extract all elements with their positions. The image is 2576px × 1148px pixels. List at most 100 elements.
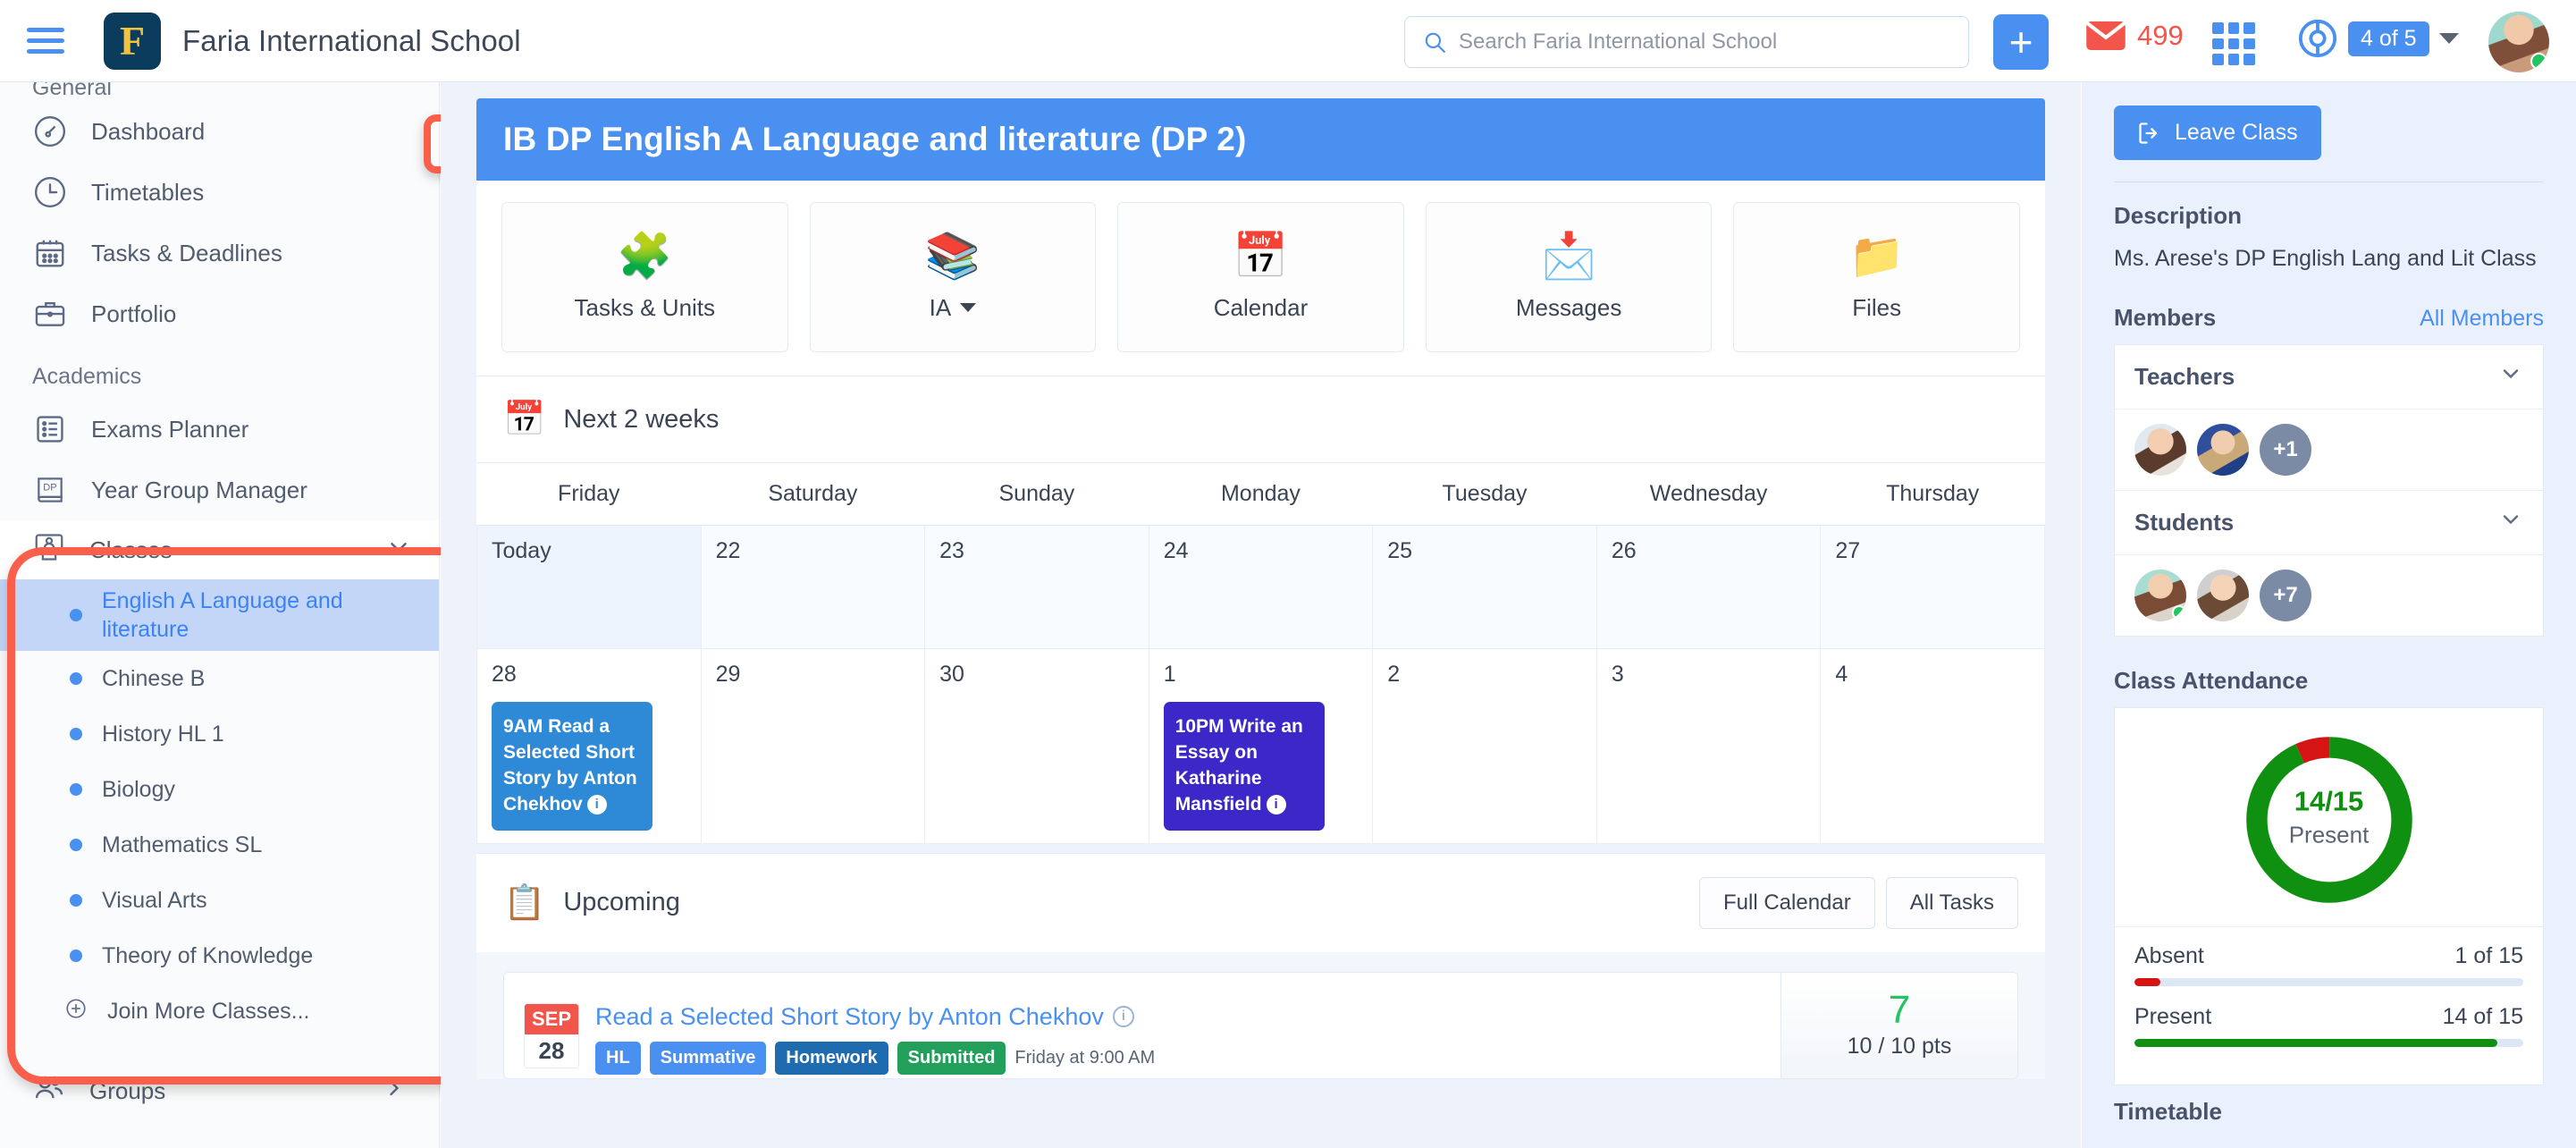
class-item-history-hl-1[interactable]: History HL 1 (0, 706, 439, 762)
avatar[interactable] (2134, 570, 2186, 621)
sidebar-item-year-group-manager[interactable]: DP Year Group Manager (0, 460, 439, 520)
calendar-cell[interactable]: 1 10PM Write an Essay on Katharine Mansf… (1148, 648, 1374, 844)
task-title-wrap[interactable]: Read a Selected Short Story by Anton Che… (595, 1003, 1155, 1031)
attendance-donut-chart: 14/15 Present (2115, 708, 2543, 926)
calendar-cell[interactable]: 25 (1372, 525, 1597, 649)
teachers-avatars: +1 (2115, 409, 2543, 490)
sidebar-item-timetables[interactable]: Timetables (0, 162, 439, 223)
class-attendance-title: Class Attendance (2114, 667, 2309, 694)
add-button[interactable]: + (1993, 14, 2049, 70)
class-item-label: Chinese B (102, 666, 206, 691)
bullet-icon (70, 672, 82, 685)
brand[interactable]: F Faria International School (104, 12, 521, 70)
info-icon[interactable]: i (586, 795, 607, 815)
sidebar-item-label: Year Group Manager (91, 476, 307, 503)
attendance-absent-value: 1 of 15 (2454, 943, 2523, 968)
calendar-cell[interactable]: 3 (1595, 648, 1822, 844)
tab-ia[interactable]: 📚 IA (809, 202, 1097, 352)
calendar-cell[interactable]: 23 (924, 525, 1149, 649)
tab-tasks-and-units[interactable]: 🧩 Tasks & Units (501, 202, 788, 352)
calendar-cell[interactable]: 27 (1820, 525, 2045, 649)
tab-label: Tasks & Units (574, 293, 716, 321)
chevron-down-icon[interactable] (2438, 33, 2459, 44)
sidebar-item-portfolio[interactable]: Portfolio (0, 283, 439, 344)
avatar[interactable] (2197, 424, 2249, 476)
tab-messages[interactable]: 📩 Messages (1425, 202, 1713, 352)
grid-apps-icon[interactable] (2212, 22, 2255, 65)
calendar-cell[interactable]: 4 (1820, 648, 2045, 844)
all-tasks-button[interactable]: All Tasks (1885, 876, 2018, 929)
day-header: Sunday (924, 462, 1149, 526)
calendar-cell[interactable]: 22 (700, 525, 926, 649)
people-icon (32, 1071, 66, 1111)
user-avatar[interactable] (2488, 12, 2549, 72)
tab-files[interactable]: 📁 Files (1733, 202, 2020, 352)
leave-class-button[interactable]: Leave Class (2114, 106, 2321, 160)
calendar-cell[interactable]: 30 (924, 648, 1149, 844)
briefcase-icon (32, 296, 68, 332)
sidebar-item-classes[interactable]: Classes (0, 520, 439, 579)
avatar[interactable] (2134, 424, 2186, 476)
bullet-icon (70, 839, 82, 851)
attendance-present-value: 14 of 15 (2442, 1004, 2523, 1029)
chevron-down-icon[interactable] (2498, 507, 2523, 538)
divider (2114, 181, 2544, 182)
all-members-link[interactable]: All Members (2420, 306, 2544, 332)
class-item-label: Biology (102, 777, 175, 802)
teachers-overflow-count[interactable]: +1 (2260, 424, 2311, 476)
class-item-english-a[interactable]: English A Language and literature (0, 579, 439, 651)
students-overflow-count[interactable]: +7 (2260, 570, 2311, 621)
sidebar-item-label: Exams Planner (91, 415, 249, 443)
class-item-chinese-b[interactable]: Chinese B (0, 651, 439, 706)
day-header: Saturday (701, 462, 925, 526)
avatar[interactable] (2197, 570, 2249, 621)
day-header: Thursday (1820, 462, 2045, 526)
full-calendar-button[interactable]: Full Calendar (1699, 876, 1875, 929)
day-number: 29 (715, 662, 741, 687)
info-icon[interactable]: i (1266, 795, 1286, 815)
timetable-title: Timetable (2114, 1098, 2222, 1125)
tab-calendar[interactable]: 📅 Calendar (1117, 202, 1404, 352)
books-icon: 📚 (924, 230, 981, 281)
chevron-down-icon[interactable] (385, 534, 412, 567)
sidebar-item-groups[interactable]: Groups (0, 1059, 439, 1123)
class-item-visual-arts[interactable]: Visual Arts (0, 873, 439, 928)
help-progress[interactable]: 4 of 5 (2297, 18, 2459, 59)
calendar-cell[interactable]: 29 (700, 648, 926, 844)
chevron-right-icon[interactable] (382, 1076, 407, 1107)
chevron-down-icon[interactable] (960, 303, 977, 312)
class-item-theory-of-knowledge[interactable]: Theory of Knowledge (0, 928, 439, 983)
search-bar[interactable] (1404, 16, 1969, 68)
sidebar-item-exams-planner[interactable]: Exams Planner (0, 399, 439, 460)
tab-label: Messages (1515, 293, 1622, 321)
calendar-event[interactable]: 9AM Read a Selected Short Story by Anton… (492, 702, 652, 831)
calendar-cell[interactable]: Today (476, 525, 702, 649)
search-input[interactable] (1459, 30, 1950, 55)
students-group-header[interactable]: Students (2115, 490, 2543, 554)
class-item-biology[interactable]: Biology (0, 762, 439, 817)
join-more-classes-button[interactable]: Join More Classes... (0, 983, 439, 1039)
class-item-mathematics-sl[interactable]: Mathematics SL (0, 817, 439, 873)
bullet-icon (70, 609, 82, 621)
leave-class-label: Leave Class (2175, 120, 2298, 145)
calendar-cell[interactable]: 26 (1595, 525, 1822, 649)
upcoming-actions: Full Calendar All Tasks (1699, 876, 2018, 929)
chevron-down-icon[interactable] (2498, 361, 2523, 393)
search-icon (1425, 32, 1445, 53)
teachers-group-header[interactable]: Teachers (2115, 345, 2543, 409)
left-sidebar[interactable]: General Dashboard Timetables Tasks & Dea… (0, 82, 440, 1148)
attendance-absent-bar (2134, 978, 2523, 986)
mail-notification[interactable]: 499 (2085, 20, 2184, 52)
sidebar-item-label: Tasks & Deadlines (91, 239, 282, 266)
task-row[interactable]: SEP 28 Read a Selected Short Story by An… (503, 971, 2018, 1079)
calendar-cell[interactable]: 2 (1372, 648, 1597, 844)
sidebar-item-tasks-deadlines[interactable]: Tasks & Deadlines (0, 223, 439, 283)
hamburger-icon[interactable] (27, 22, 64, 60)
calendar-cell[interactable]: 28 9AM Read a Selected Short Story by An… (476, 648, 702, 844)
info-icon[interactable]: i (1112, 1006, 1134, 1028)
calendar-event[interactable]: 10PM Write an Essay on Katharine Mansfie… (1163, 702, 1325, 831)
envelope-icon (2086, 21, 2126, 51)
lifebuoy-icon (2298, 19, 2337, 58)
sidebar-item-dashboard[interactable]: Dashboard (0, 101, 439, 162)
calendar-cell[interactable]: 24 (1148, 525, 1374, 649)
